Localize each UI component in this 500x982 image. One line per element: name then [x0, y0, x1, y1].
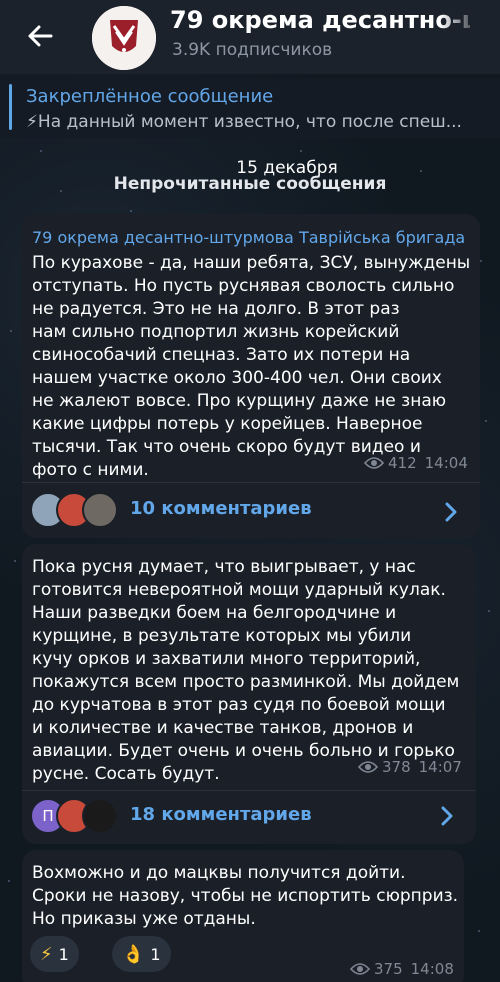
pinned-text: ⚡На данный момент известно, что после сп…	[26, 112, 462, 132]
message-meta: 412 14:04	[364, 454, 468, 472]
eye-icon	[358, 761, 378, 773]
lightning-icon: ⚡	[40, 943, 53, 965]
comments-button[interactable]: 10 комментариев	[130, 498, 312, 519]
date-chip: 15 декабря	[236, 158, 338, 178]
chat-header: 79 окрема десантно-штурмова 3.9K подписч…	[0, 0, 500, 74]
avatar	[82, 492, 118, 528]
view-count: 375	[374, 960, 403, 978]
message-time: 14:04	[424, 454, 468, 472]
message-time: 14:07	[418, 758, 462, 776]
message-meta: 378 14:07	[358, 758, 462, 776]
ok-hand-icon: 👌	[122, 943, 145, 965]
reaction-ok-hand[interactable]: 👌 1	[112, 936, 171, 972]
comments-divider	[22, 790, 476, 791]
message-text: По курахове - да, наши ребята, ЗСУ, выну…	[32, 253, 471, 480]
message-text: Вохможно и до мацквы получится дойти. Ср…	[32, 863, 459, 929]
eye-icon	[350, 963, 370, 975]
message-meta: 375 14:08	[350, 960, 454, 978]
avatar-letter: П	[42, 807, 54, 825]
eye-icon	[364, 457, 384, 469]
subscriber-count: 3.9K подписчиков	[172, 40, 333, 60]
avatar	[82, 798, 118, 834]
message-time: 14:08	[410, 960, 454, 978]
comments-button[interactable]: 18 комментариев	[130, 804, 312, 825]
view-count: 412	[388, 454, 417, 472]
brigade-emblem-icon	[92, 6, 156, 70]
comments-divider	[22, 482, 480, 483]
commenter-avatars: П	[30, 798, 120, 834]
comments-label: 10 комментариев	[130, 498, 312, 519]
commenter-avatars	[30, 492, 120, 528]
pinned-indicator	[9, 84, 12, 130]
title-fade	[440, 4, 480, 38]
reaction-lightning[interactable]: ⚡ 1	[30, 936, 79, 972]
chevron-right-icon[interactable]	[440, 806, 454, 826]
chevron-right-icon[interactable]	[444, 502, 458, 522]
forwarded-from[interactable]: 79 окрема десантно-штурмова Таврійська б…	[32, 228, 472, 247]
reaction-count: 1	[150, 944, 161, 964]
back-button[interactable]	[24, 20, 56, 52]
view-count: 378	[382, 758, 411, 776]
message-text: Пока русня думает, что выигрывает, у нас…	[32, 557, 460, 784]
reaction-count: 1	[58, 944, 69, 964]
arrow-left-icon	[28, 25, 53, 47]
pinned-label: Закреплённое сообщение	[26, 86, 274, 107]
channel-title[interactable]: 79 окрема десантно-штурмова	[170, 6, 470, 34]
channel-avatar[interactable]	[92, 6, 156, 70]
comments-label: 18 комментариев	[130, 804, 312, 825]
